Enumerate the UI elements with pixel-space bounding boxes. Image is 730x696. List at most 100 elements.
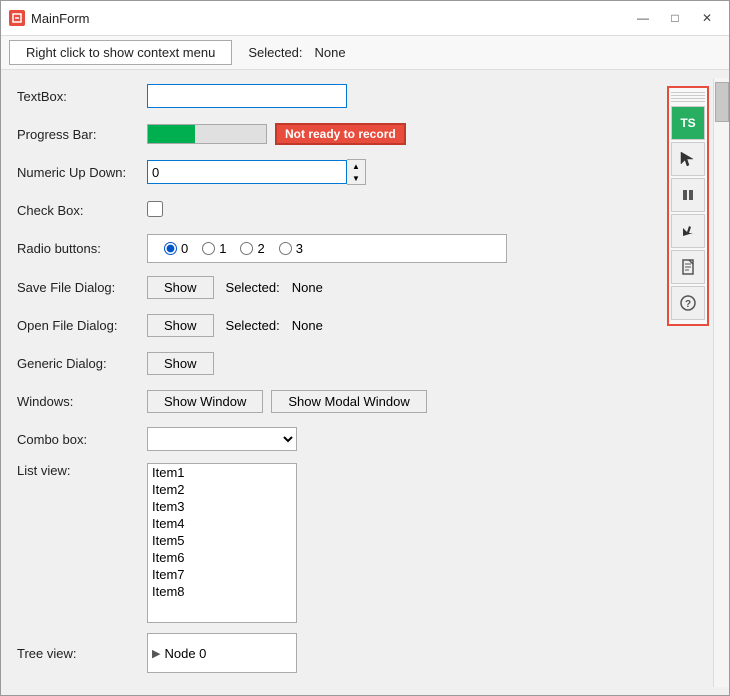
side-panel: TS [663,78,713,687]
app-icon [9,10,25,26]
ts-button[interactable]: TS [671,106,705,140]
combo-label: Combo box: [17,432,147,447]
checkbox-row: Check Box: [17,196,647,224]
numeric-control: ▲ ▼ [147,159,507,185]
radio-label-2: 2 [257,241,264,256]
windows-row: Windows: Show Window Show Modal Window [17,387,647,415]
open-file-selected-value: None [292,318,323,333]
combo-select[interactable] [147,427,297,451]
list-item[interactable]: Item3 [148,498,296,515]
radio-label-0: 0 [181,241,188,256]
maximize-button[interactable]: □ [661,7,689,29]
tree-label: Tree view: [17,646,147,661]
radio-item-3[interactable]: 3 [279,241,303,256]
textbox-label: TextBox: [17,89,147,104]
radio-label-3: 3 [296,241,303,256]
list-item[interactable]: Item5 [148,532,296,549]
tree-view[interactable]: ▶ Node 0 [147,633,297,673]
side-toolbar: TS [667,86,709,326]
numeric-label: Numeric Up Down: [17,165,147,180]
increment-button[interactable]: ▲ [347,160,365,172]
progress-bar-track [147,124,267,144]
save-file-selected-value: None [292,280,323,295]
numeric-row: Numeric Up Down: ▲ ▼ [17,158,647,186]
radio-row: Radio buttons: 0 1 2 [17,234,647,263]
progressbar-label: Progress Bar: [17,127,147,142]
arrow-icon [679,222,697,240]
updown-buttons: ▲ ▼ [347,159,366,185]
open-file-row: Open File Dialog: Show Selected: None [17,311,647,339]
toolbar: Right click to show context menu Selecte… [1,36,729,70]
combo-control [147,427,507,451]
progressbar-control: Not ready to record [147,123,507,145]
show-window-button[interactable]: Show Window [147,390,263,413]
generic-dialog-label: Generic Dialog: [17,356,147,371]
checkbox-input[interactable] [147,201,163,217]
help-button[interactable]: ? [671,286,705,320]
save-file-control: Show Selected: None [147,276,507,299]
open-file-selected-label: Selected: [226,318,280,333]
scrollbar[interactable] [713,78,729,687]
title-bar: MainForm — □ ✕ [1,1,729,36]
generic-dialog-row: Generic Dialog: Show [17,349,647,377]
list-item[interactable]: Item2 [148,481,296,498]
show-modal-button[interactable]: Show Modal Window [271,390,426,413]
doc-icon [679,258,697,276]
save-file-row: Save File Dialog: Show Selected: None [17,273,647,301]
list-control: Item1 Item2 Item3 Item4 Item5 Item6 Item… [147,463,507,623]
cursor-icon [679,150,697,168]
form-area: TextBox: Progress Bar: Not ready to reco… [1,78,663,687]
pause-button[interactable] [671,178,705,212]
save-file-selected-label: Selected: [226,280,280,295]
combo-row: Combo box: [17,425,647,453]
close-button[interactable]: ✕ [693,7,721,29]
numeric-input[interactable] [147,160,347,184]
radio-item-2[interactable]: 2 [240,241,264,256]
text-input[interactable] [147,84,347,108]
list-item[interactable]: Item1 [148,464,296,481]
list-item[interactable]: Item4 [148,515,296,532]
radio-item-1[interactable]: 1 [202,241,226,256]
main-window: MainForm — □ ✕ Right click to show conte… [0,0,730,696]
radio-input-1[interactable] [202,242,215,255]
pause-icon [680,187,696,203]
progress-bar-fill [148,125,195,143]
list-view[interactable]: Item1 Item2 Item3 Item4 Item5 Item6 Item… [147,463,297,623]
open-file-button[interactable]: Show [147,314,214,337]
radio-input-3[interactable] [279,242,292,255]
radio-group: 0 1 2 3 [147,234,507,263]
list-row: List view: Item1 Item2 Item3 Item4 Item5… [17,463,647,623]
textbox-row: TextBox: [17,82,647,110]
list-item[interactable]: Item6 [148,549,296,566]
windows-control: Show Window Show Modal Window [147,390,507,413]
selected-value: None [315,45,346,60]
window-title: MainForm [31,11,629,26]
list-item[interactable]: Item7 [148,566,296,583]
not-ready-badge: Not ready to record [275,123,406,145]
cursor-button[interactable] [671,142,705,176]
arrow-button[interactable] [671,214,705,248]
doc-button[interactable] [671,250,705,284]
main-content: TextBox: Progress Bar: Not ready to reco… [1,70,729,695]
list-item[interactable]: Item8 [148,583,296,600]
decrement-button[interactable]: ▼ [347,172,365,184]
radio-input-2[interactable] [240,242,253,255]
radio-item-0[interactable]: 0 [164,241,188,256]
toolbar-grip [671,92,705,102]
tree-node-label: Node 0 [164,646,206,661]
checkbox-control [147,201,507,220]
radio-label: Radio buttons: [17,241,147,256]
open-file-label: Open File Dialog: [17,318,147,333]
svg-text:?: ? [685,299,691,310]
radio-input-0[interactable] [164,242,177,255]
scrollbar-thumb[interactable] [715,82,729,122]
generic-dialog-control: Show [147,352,507,375]
window-controls: — □ ✕ [629,7,721,29]
save-file-button[interactable]: Show [147,276,214,299]
minimize-button[interactable]: — [629,7,657,29]
textbox-control [147,84,507,108]
generic-dialog-button[interactable]: Show [147,352,214,375]
context-menu-button[interactable]: Right click to show context menu [9,40,232,65]
save-file-label: Save File Dialog: [17,280,147,295]
radio-label-1: 1 [219,241,226,256]
